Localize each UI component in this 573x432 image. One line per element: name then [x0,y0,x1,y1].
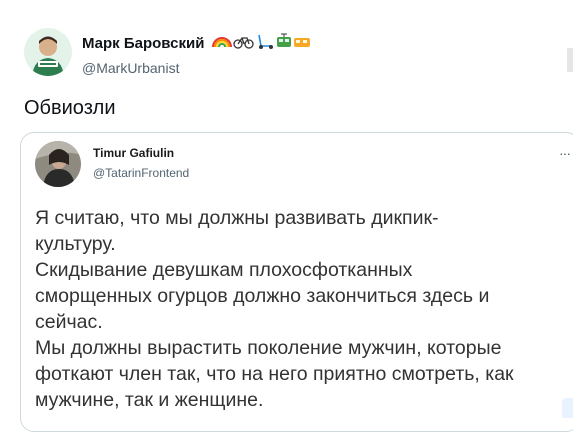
tweet: Марк Баровский @MarkUrbanist Обвиозли Ti… [0,0,573,432]
quoted-author-avatar-image [35,141,81,187]
author-avatar-image [24,28,72,76]
kick-scooter-icon [258,34,273,49]
rainbow-icon [211,37,232,48]
quoted-tweet[interactable]: Timur Gafiulin @TatarinFrontend ··· Я сч… [20,132,573,432]
more-dots-icon[interactable] [567,48,573,72]
quoted-text-line: Я считаю, что мы должны развивать дикпик… [35,207,439,229]
quoted-text-line: сморщенных огурцов должно закончиться зд… [35,285,490,307]
author-block: Марк Баровский @MarkUrbanist [82,32,311,77]
quoted-text-line: Скидывание девушкам плохосфотканных [35,259,413,281]
quoted-text-line: фоткают член так, что на него приятно см… [35,363,514,385]
train-icon [293,38,310,47]
quoted-text-line: Мы должны вырастить поколение мужчин, ко… [35,337,502,359]
quoted-tweet-text: Я считаю, что мы должны развивать дикпик… [35,205,573,413]
more-dots-icon[interactable]: ··· [559,145,571,161]
author-name-emojis [211,32,311,55]
quoted-author-avatar[interactable] [35,141,81,187]
tweet-text: Обвиозли [24,97,116,119]
author-display-name[interactable]: Марк Баровский [82,35,204,53]
quoted-text-line: сейчас. [35,311,103,333]
corner-badge [562,398,573,418]
quoted-author-display-name[interactable]: Timur Gafiulin [93,146,189,161]
tram-icon [276,33,291,47]
quoted-author-block: Timur Gafiulin @TatarinFrontend [93,146,189,181]
quoted-text-line: культуру. [35,233,116,255]
quoted-text-line: мужчине, так и женщине. [35,389,264,411]
author-handle[interactable]: @MarkUrbanist [82,59,311,77]
bicycle-icon [233,37,254,49]
author-avatar[interactable] [24,28,72,76]
quoted-author-handle[interactable]: @TatarinFrontend [93,166,189,181]
